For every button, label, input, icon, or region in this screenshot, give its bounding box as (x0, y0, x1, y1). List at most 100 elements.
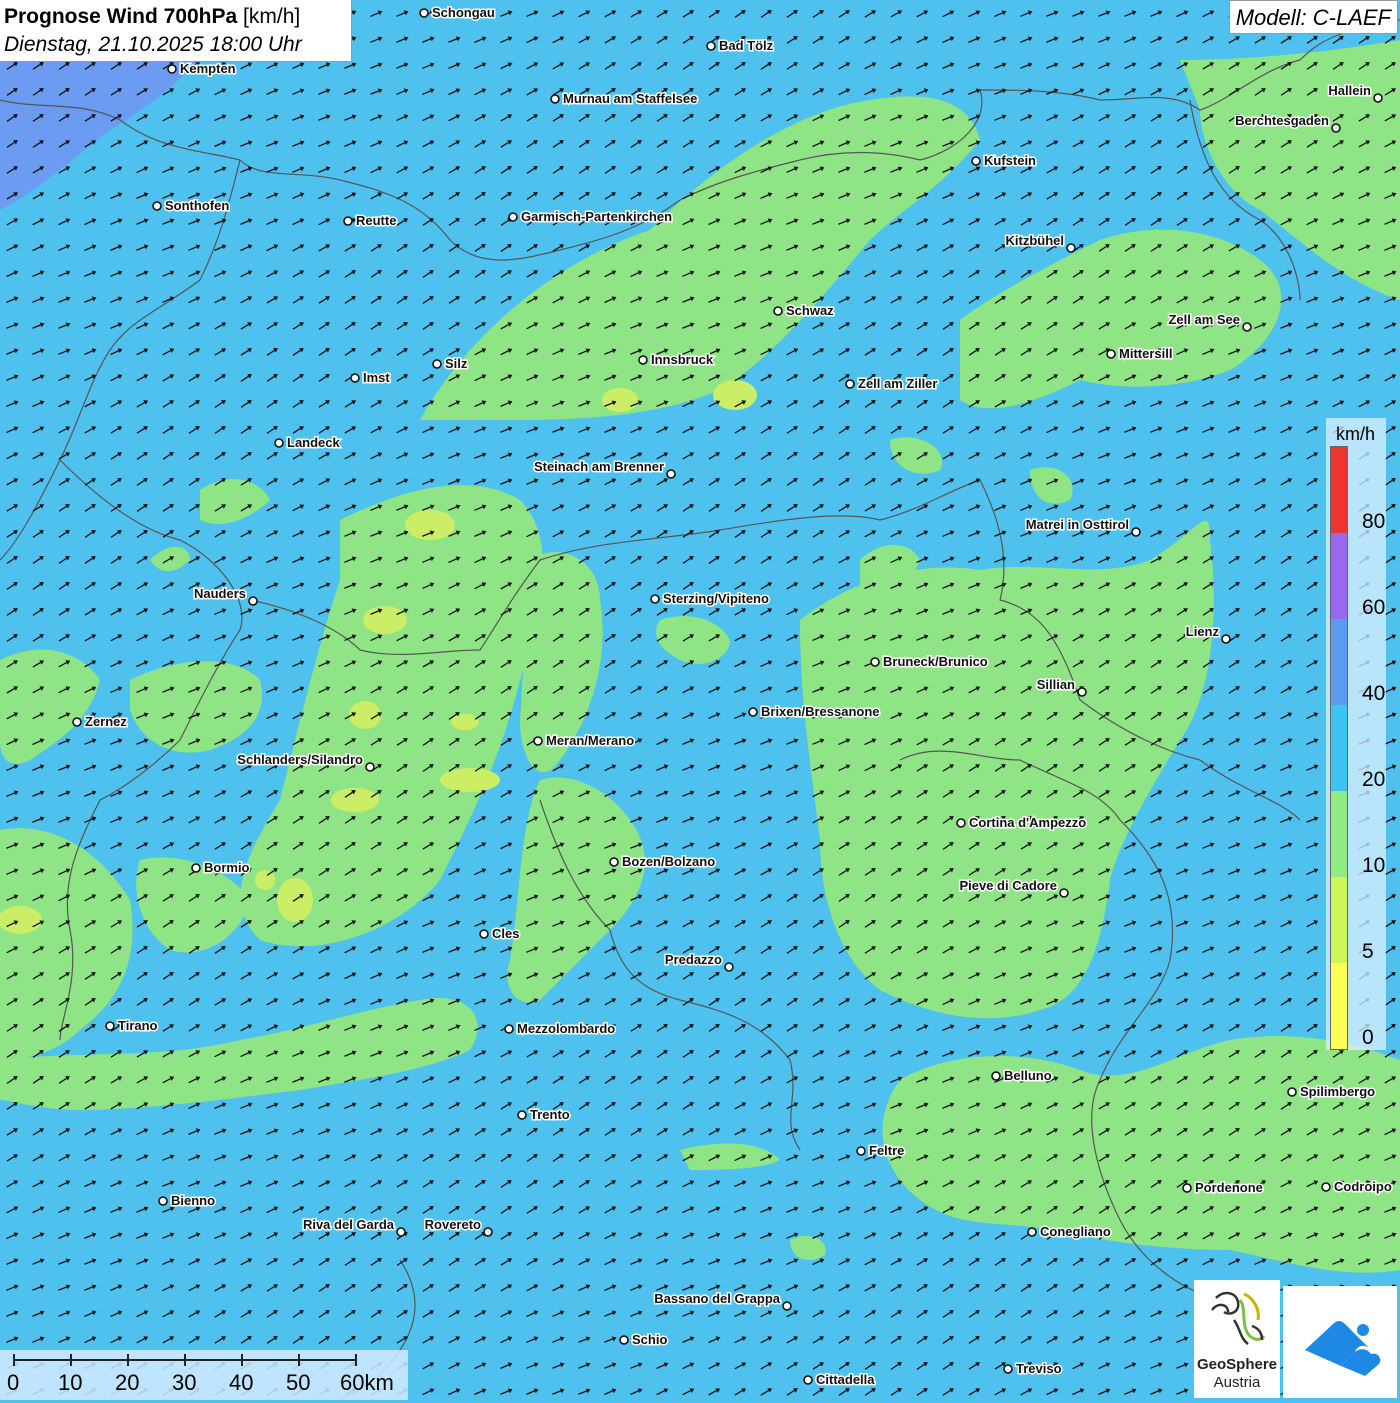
city-marker: Sonthofen (152, 197, 231, 215)
city-marker: Mezzolombardo (504, 1020, 617, 1038)
city-marker: Bruneck/Brunico (870, 653, 989, 671)
city-dot (706, 41, 716, 51)
geosphere-logo-icon (1211, 1291, 1266, 1345)
title-box: Prognose Wind 700hPa [km/h] Dienstag, 21… (0, 0, 352, 62)
legend-tick-10: 10 (1362, 854, 1386, 877)
city-label: Bienno (171, 1193, 215, 1208)
city-label: Steinach am Brenner (534, 459, 664, 474)
city-label: Tirano (118, 1018, 158, 1033)
scale-label-10: 10 (58, 1370, 83, 1395)
city-dot (550, 94, 560, 104)
city-dot (748, 707, 758, 717)
city-dot (432, 359, 442, 369)
city-dot (666, 469, 676, 479)
wind-map[interactable]: Schongau Bad Tölz Kempten Murnau am Staffel… (0, 0, 1400, 1400)
mountain-cloud-icon (1305, 1321, 1381, 1376)
city-dot (350, 373, 360, 383)
city-label: Bruneck/Brunico (883, 654, 988, 669)
city-dot (1287, 1087, 1297, 1097)
map-title-unit: [km/h] (243, 5, 301, 28)
legend-segment (1331, 705, 1347, 791)
city-marker: Garmisch-Partenkirchen (508, 208, 674, 226)
city-label: Schlanders/Silandro (237, 752, 363, 767)
city-label: Rovereto (425, 1217, 481, 1232)
city-marker: Zell am Ziller (845, 375, 939, 393)
city-marker: Bozen/Bolzano (609, 853, 717, 871)
city-label: Meran/Merano (546, 733, 634, 748)
city-label: Bormio (204, 860, 250, 875)
city-dot (870, 657, 880, 667)
city-label: Berchtesgaden (1235, 113, 1329, 128)
city-label: Matrei in Osttirol (1026, 517, 1129, 532)
scale-label-20: 20 (115, 1370, 140, 1395)
city-dot (956, 818, 966, 828)
city-label: Nauders (194, 586, 246, 601)
city-dot (343, 216, 353, 226)
legend-segment (1331, 877, 1347, 963)
city-label: Predazzo (665, 952, 722, 967)
city-dot (1331, 123, 1341, 133)
city-label: Lienz (1186, 624, 1220, 639)
legend-unit: km/h (1336, 424, 1376, 444)
city-dot (105, 1021, 115, 1031)
city-dot (72, 717, 82, 727)
weather-app-logo[interactable] (1283, 1286, 1397, 1398)
city-label: Garmisch-Partenkirchen (521, 209, 672, 224)
legend-tick-60: 60 (1362, 596, 1386, 619)
city-dot (773, 306, 783, 316)
city-dot (1321, 1182, 1331, 1192)
city-dot (1221, 634, 1231, 644)
city-marker: Pordenone (1182, 1179, 1264, 1197)
city-dot (1182, 1183, 1192, 1193)
legend-tick-5: 5 (1362, 940, 1374, 963)
geosphere-logo[interactable]: GeoSphere Austria (1194, 1280, 1280, 1398)
scale-label-30: 30 (172, 1370, 197, 1395)
scale-label-50: 50 (286, 1370, 311, 1395)
legend-segment (1331, 447, 1347, 533)
city-marker: Sterzing/Vipiteno (650, 590, 770, 608)
city-dot (365, 762, 375, 772)
city-label: Cortina d'Ampezzo (969, 815, 1086, 830)
city-marker: Innsbruck (638, 351, 715, 369)
city-dot (483, 1227, 493, 1237)
city-label: Sonthofen (165, 198, 229, 213)
city-label: Spilimbergo (1300, 1084, 1375, 1099)
city-dot (845, 379, 855, 389)
city-label: Bozen/Bolzano (622, 854, 715, 869)
city-label: Schwaz (786, 303, 834, 318)
legend-tick-80: 80 (1362, 510, 1386, 533)
city-label: Schongau (432, 5, 495, 20)
geosphere-logo-line2: Austria (1213, 1374, 1261, 1391)
city-marker: Brixen/Bressanone (748, 703, 881, 721)
city-label: Feltre (869, 1143, 904, 1158)
city-dot (1242, 322, 1252, 332)
city-dot (856, 1146, 866, 1156)
city-label: Bassano del Grappa (654, 1291, 780, 1306)
city-dot (1066, 243, 1076, 253)
legend-segment (1331, 619, 1347, 705)
city-dot (971, 156, 981, 166)
city-marker: Schongau (419, 4, 496, 22)
city-label: Imst (363, 370, 390, 385)
city-label: Riva del Garda (303, 1217, 395, 1232)
city-label: Kitzbühel (1006, 233, 1065, 248)
city-dot (724, 962, 734, 972)
geosphere-logo-line1: GeoSphere (1196, 1356, 1278, 1373)
city-dot (803, 1375, 813, 1385)
city-dot (1106, 349, 1116, 359)
city-label: Hallein (1328, 83, 1371, 98)
scale-label-0: 0 (7, 1370, 20, 1395)
color-legend: km/h 0 5 10 20 40 60 80 (1326, 418, 1386, 1050)
legend-segment (1331, 533, 1347, 619)
city-dot (991, 1071, 1001, 1081)
city-dot (619, 1335, 629, 1345)
city-dot (638, 355, 648, 365)
city-label: Reutte (356, 213, 396, 228)
city-label: Innsbruck (651, 352, 714, 367)
city-marker: Meran/Merano (533, 732, 636, 750)
city-label: Silz (445, 356, 468, 371)
city-label: Bad Tölz (719, 38, 774, 53)
scale-label-40: 40 (229, 1370, 254, 1395)
scale-label-60km: 60km (340, 1370, 394, 1395)
city-dot (517, 1110, 527, 1120)
